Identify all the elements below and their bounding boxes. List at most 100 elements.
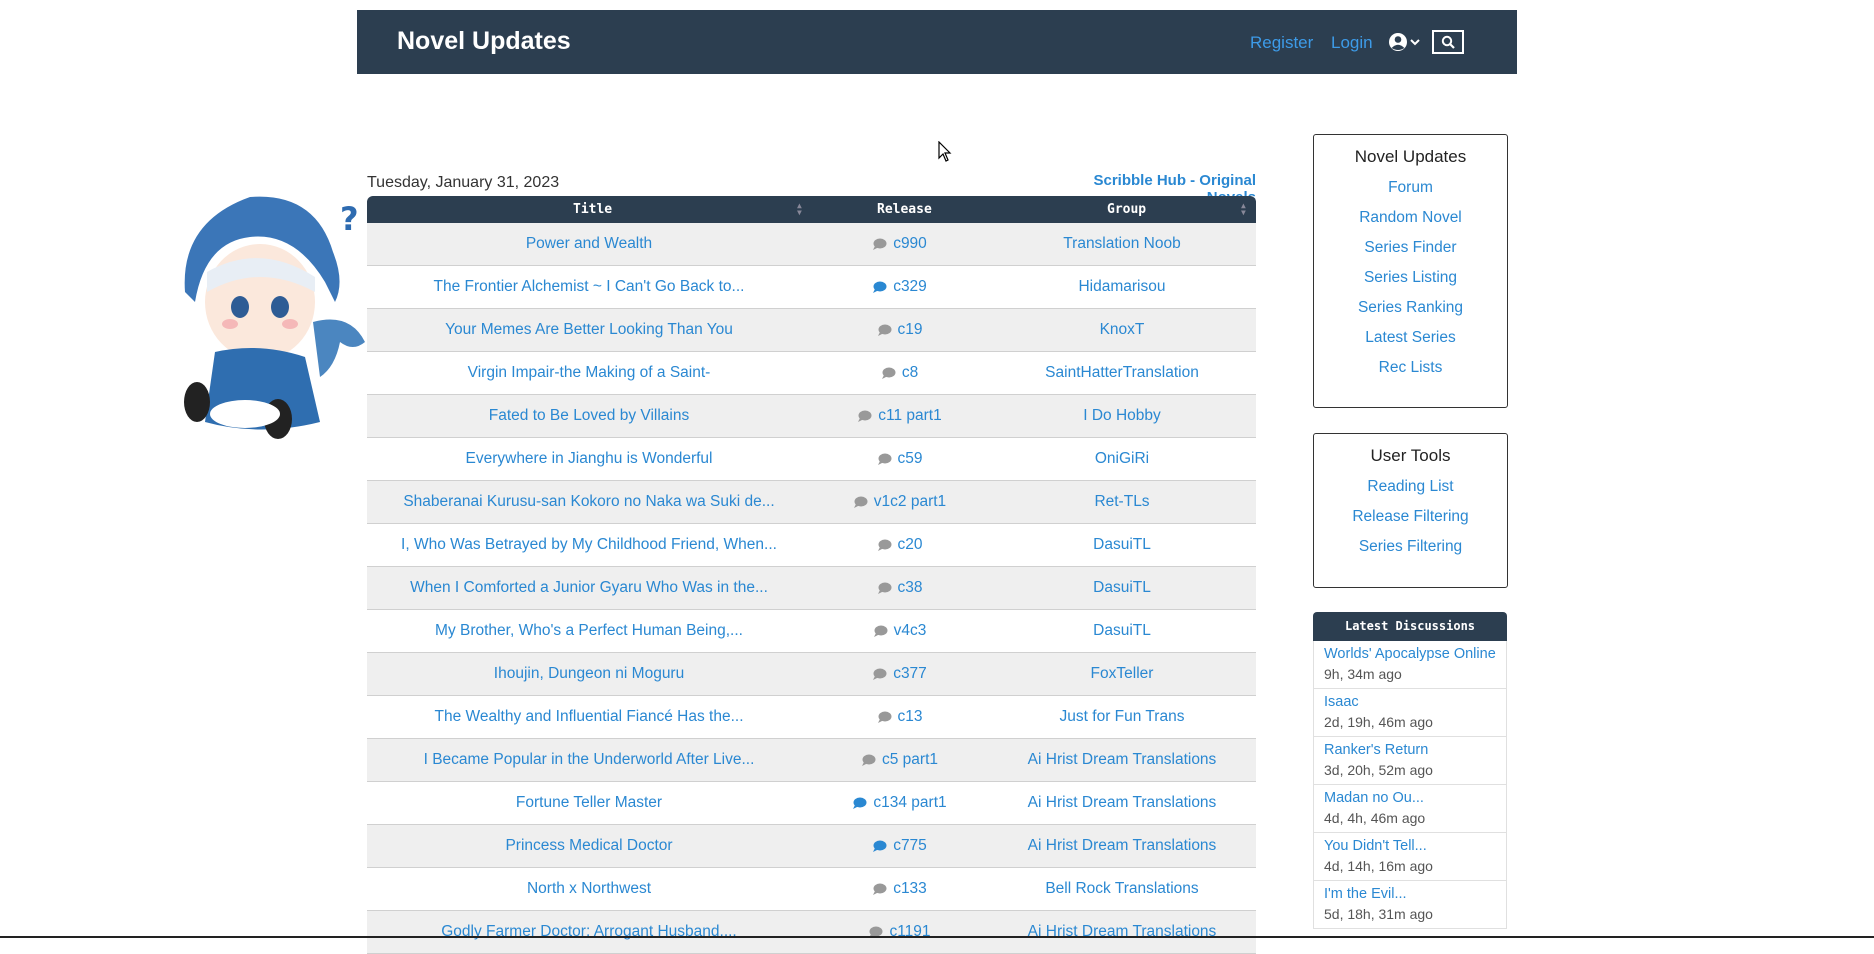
release-link[interactable]: c329: [893, 278, 927, 295]
series-title-link[interactable]: My Brother, Who's a Perfect Human Being,…: [367, 622, 811, 640]
group-link[interactable]: OniGiRi: [988, 450, 1256, 468]
sidebar-link[interactable]: Forum: [1314, 173, 1507, 203]
group-link[interactable]: Translation Noob: [988, 235, 1256, 253]
group-link[interactable]: Just for Fun Trans: [988, 708, 1256, 726]
comment-icon[interactable]: [872, 840, 887, 852]
login-link[interactable]: Login: [1331, 33, 1373, 53]
group-link[interactable]: FoxTeller: [988, 665, 1256, 683]
comment-icon[interactable]: [872, 238, 887, 250]
mouse-cursor-icon: [938, 141, 952, 162]
comment-icon[interactable]: [861, 754, 876, 766]
sidebar-link[interactable]: Series Filtering: [1314, 532, 1507, 562]
group-link[interactable]: I Do Hobby: [988, 407, 1256, 425]
top-navbar: Novel Updates Register Login: [357, 10, 1517, 74]
comment-icon[interactable]: [872, 883, 887, 895]
discussion-link[interactable]: Worlds' Apocalypse Online: [1324, 645, 1496, 664]
release-link[interactable]: c775: [893, 837, 927, 854]
discussion-link[interactable]: Isaac: [1324, 693, 1496, 712]
series-title-link[interactable]: Power and Wealth: [367, 235, 811, 253]
release-link[interactable]: c5 part1: [882, 751, 938, 768]
sidebar-link[interactable]: Series Ranking: [1314, 293, 1507, 323]
user-menu-toggle[interactable]: [1387, 30, 1423, 54]
group-link[interactable]: Bell Rock Translations: [988, 880, 1256, 898]
comment-icon[interactable]: [877, 453, 892, 465]
release-cell: c5 part1: [811, 751, 988, 769]
release-link[interactable]: c8: [902, 364, 918, 381]
group-link[interactable]: Ai Hrist Dream Translations: [988, 923, 1256, 941]
release-link[interactable]: v1c2 part1: [874, 493, 946, 510]
series-title-link[interactable]: Fated to Be Loved by Villains: [367, 407, 811, 425]
series-title-link[interactable]: Virgin Impair-the Making of a Saint-: [367, 364, 811, 382]
release-link[interactable]: c990: [893, 235, 927, 252]
sort-arrows-icon[interactable]: ▲ ▼: [797, 202, 802, 217]
series-title-link[interactable]: Shaberanai Kurusu-san Kokoro no Naka wa …: [367, 493, 811, 511]
comment-icon[interactable]: [853, 496, 868, 508]
sidebar-link[interactable]: Random Novel: [1314, 203, 1507, 233]
release-cell: c13: [811, 708, 988, 726]
release-link[interactable]: c11 part1: [878, 407, 941, 424]
col-title-header[interactable]: Title: [573, 202, 612, 217]
release-link[interactable]: c133: [893, 880, 927, 897]
comment-icon[interactable]: [877, 324, 892, 336]
group-link[interactable]: Hidamarisou: [988, 278, 1256, 296]
series-title-link[interactable]: I, Who Was Betrayed by My Childhood Frie…: [367, 536, 811, 554]
release-link[interactable]: c38: [898, 579, 923, 596]
comment-icon[interactable]: [877, 711, 892, 723]
register-link[interactable]: Register: [1250, 33, 1313, 53]
discussion-time: 2d, 19h, 46m ago: [1324, 714, 1433, 730]
series-title-link[interactable]: Everywhere in Jianghu is Wonderful: [367, 450, 811, 468]
group-link[interactable]: Ai Hrist Dream Translations: [988, 751, 1256, 769]
discussion-item: Isaac 2d, 19h, 46m ago: [1313, 689, 1507, 737]
comment-icon[interactable]: [881, 367, 896, 379]
discussion-time: 9h, 34m ago: [1324, 666, 1402, 682]
release-link[interactable]: c134 part1: [873, 794, 946, 811]
series-title-link[interactable]: Godly Farmer Doctor: Arrogant Husband,..…: [367, 923, 811, 941]
release-link[interactable]: c19: [898, 321, 923, 338]
series-title-link[interactable]: The Frontier Alchemist ~ I Can't Go Back…: [367, 278, 811, 296]
site-logo[interactable]: Novel Updates: [397, 27, 571, 56]
search-button[interactable]: [1432, 30, 1464, 54]
comment-icon[interactable]: [877, 582, 892, 594]
sidebar-link[interactable]: Reading List: [1314, 472, 1507, 502]
group-link[interactable]: DasuiTL: [988, 536, 1256, 554]
discussion-link[interactable]: Madan no Ou...: [1324, 789, 1496, 808]
col-group-header[interactable]: Group: [1107, 202, 1146, 217]
series-title-link[interactable]: Fortune Teller Master: [367, 794, 811, 812]
discussion-link[interactable]: I'm the Evil...: [1324, 885, 1496, 904]
discussion-link[interactable]: You Didn't Tell...: [1324, 837, 1496, 856]
release-cell: c990: [811, 235, 988, 253]
group-link[interactable]: DasuiTL: [988, 622, 1256, 640]
sidebar-link[interactable]: Rec Lists: [1314, 353, 1507, 383]
group-link[interactable]: Ai Hrist Dream Translations: [988, 837, 1256, 855]
group-link[interactable]: DasuiTL: [988, 579, 1256, 597]
comment-icon[interactable]: [872, 668, 887, 680]
comment-icon[interactable]: [877, 539, 892, 551]
sidebar-link[interactable]: Latest Series: [1314, 323, 1507, 353]
series-title-link[interactable]: Ihoujin, Dungeon ni Moguru: [367, 665, 811, 683]
release-link[interactable]: c20: [898, 536, 923, 553]
series-title-link[interactable]: The Wealthy and Influential Fiancé Has t…: [367, 708, 811, 726]
release-link[interactable]: c13: [898, 708, 923, 725]
comment-icon[interactable]: [873, 625, 888, 637]
series-title-link[interactable]: When I Comforted a Junior Gyaru Who Was …: [367, 579, 811, 597]
group-link[interactable]: KnoxT: [988, 321, 1256, 339]
sidebar-link[interactable]: Series Listing: [1314, 263, 1507, 293]
comment-icon[interactable]: [857, 410, 872, 422]
comment-icon[interactable]: [852, 797, 867, 809]
release-link[interactable]: v4c3: [894, 622, 927, 639]
discussion-item: Worlds' Apocalypse Online 9h, 34m ago: [1313, 641, 1507, 689]
series-title-link[interactable]: Your Memes Are Better Looking Than You: [367, 321, 811, 339]
comment-icon[interactable]: [872, 281, 887, 293]
group-link[interactable]: Ai Hrist Dream Translations: [988, 794, 1256, 812]
release-link[interactable]: c377: [893, 665, 927, 682]
series-title-link[interactable]: I Became Popular in the Underworld After…: [367, 751, 811, 769]
series-title-link[interactable]: Princess Medical Doctor: [367, 837, 811, 855]
sidebar-link[interactable]: Release Filtering: [1314, 502, 1507, 532]
sidebar-link[interactable]: Series Finder: [1314, 233, 1507, 263]
release-link[interactable]: c59: [898, 450, 923, 467]
sort-arrows-icon[interactable]: ▲ ▼: [1241, 202, 1246, 217]
series-title-link[interactable]: North x Northwest: [367, 880, 811, 898]
group-link[interactable]: Ret-TLs: [988, 493, 1256, 511]
group-link[interactable]: SaintHatterTranslation: [988, 364, 1256, 382]
discussion-link[interactable]: Ranker's Return: [1324, 741, 1496, 760]
